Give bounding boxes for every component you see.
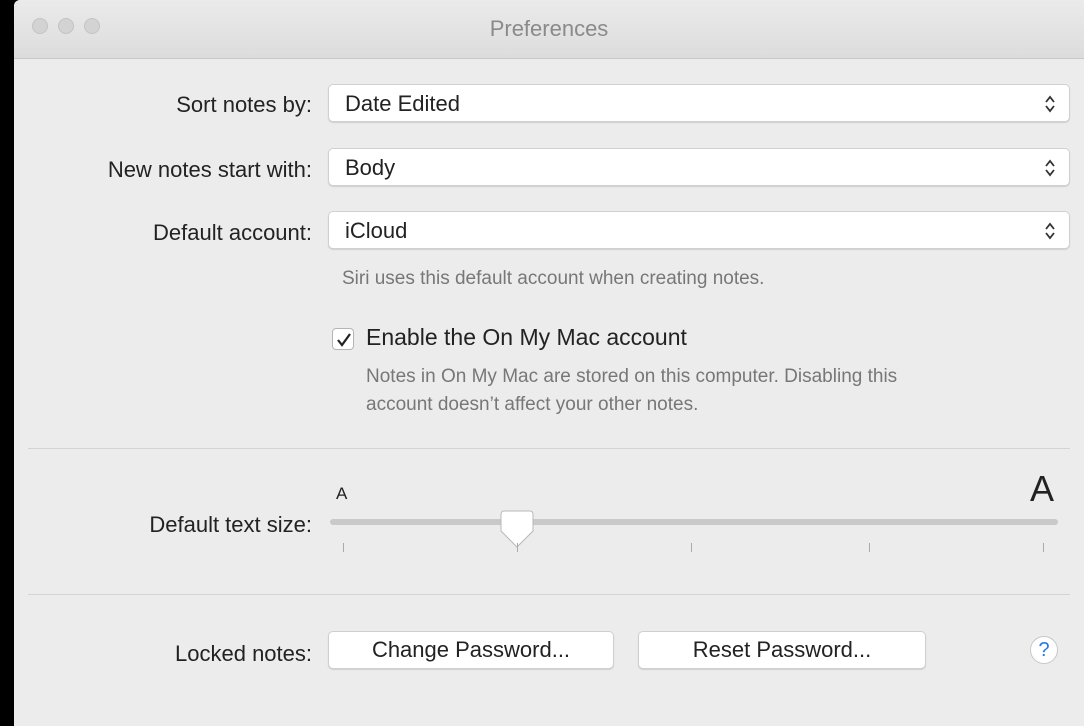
sort-notes-popup[interactable]: Date Edited [328,84,1070,122]
text-size-slider-track[interactable] [330,519,1058,525]
up-down-chevron-icon [1045,95,1055,113]
small-text-size-glyph: A [336,484,348,503]
on-my-mac-hint-line2: account doesn’t affect your other notes. [366,394,699,415]
slider-tick [517,543,518,552]
title-bar: Preferences [14,0,1084,59]
preferences-window: Preferences Sort notes by: Date Edited N… [14,0,1084,726]
on-my-mac-hint-line1: Notes in On My Mac are stored on this co… [366,366,898,387]
slider-tick [1043,543,1044,552]
sort-notes-label: Sort notes by: [176,92,312,117]
new-notes-popup[interactable]: Body [328,148,1070,186]
up-down-chevron-icon [1045,222,1055,240]
checkmark-icon [337,333,351,347]
slider-tick [869,543,870,552]
separator [28,448,1070,449]
large-text-size-glyph: A [1030,468,1055,509]
question-mark-icon[interactable]: ? [1030,636,1058,664]
sort-notes-value: Date Edited [345,91,460,116]
up-down-chevron-icon [1045,159,1055,177]
reset-password-button[interactable]: Reset Password... [638,631,926,669]
new-notes-value: Body [345,155,396,180]
on-my-mac-checkbox[interactable] [332,328,354,350]
change-password-button[interactable]: Change Password... [328,631,614,669]
slider-tick [343,543,344,552]
default-account-value: iCloud [345,218,408,243]
new-notes-label: New notes start with: [107,157,312,182]
default-account-hint: Siri uses this default account when crea… [342,268,765,289]
locked-notes-label: Locked notes: [175,641,312,666]
on-my-mac-label[interactable]: Enable the On My Mac account [366,324,687,351]
window-title: Preferences [489,16,609,41]
text-size-label: Default text size: [149,512,312,537]
separator [28,594,1070,595]
slider-tick [691,543,692,552]
default-account-label: Default account: [153,220,312,245]
default-account-popup[interactable]: iCloud [328,211,1070,249]
